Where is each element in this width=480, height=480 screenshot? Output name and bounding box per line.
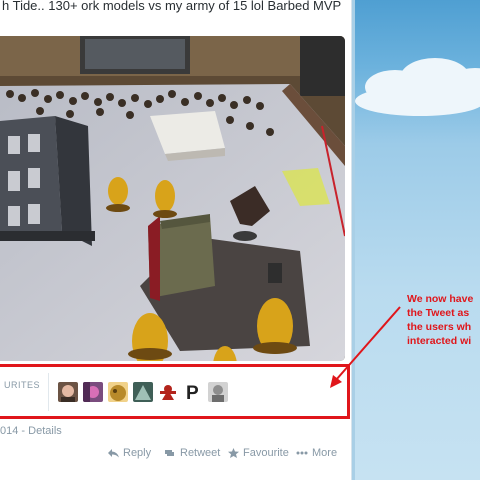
date-separator: - [18,425,29,437]
annotation-line-3: the users wh [407,321,472,333]
star-icon [228,448,239,458]
tabletop-photo-image [0,36,345,361]
favourites-label: URITES [4,380,41,390]
annotation-line-1: We now have [407,293,474,305]
favourite-label: Favourite [243,447,289,459]
retweet-icon [165,450,174,456]
favourite-avatar-2[interactable] [83,382,103,402]
tweet-photo[interactable] [0,36,345,361]
annotation-text: We now have the Tweet as the users wh in… [407,292,480,348]
favourite-action[interactable]: Favourite [228,447,289,459]
more-action[interactable]: More [296,447,337,459]
favourite-avatar-4[interactable] [133,382,153,402]
sky-background [355,0,480,480]
reply-icon [108,449,119,458]
favourite-avatar-3[interactable] [108,382,128,402]
svg-text:P: P [186,383,199,402]
favourite-avatar-7[interactable] [208,382,228,402]
more-label: More [312,447,338,459]
date-text: 014 [0,425,19,437]
retweet-label: Retweet [180,447,221,459]
annotation-line-4: interacted wi [407,335,472,347]
tweet-timestamp: 014 - Details [0,425,62,437]
tweet-text: h Tide.. 130+ ork models vs my army of 1… [2,0,342,13]
details-link[interactable]: Details [28,425,62,437]
more-icon [296,451,308,455]
tweet-card: h Tide.. 130+ ork models vs my army of 1… [0,0,352,480]
retweet-action[interactable]: Retweet [163,447,220,459]
reply-label: Reply [123,447,152,459]
favourite-avatar-5[interactable] [158,382,178,402]
reply-action[interactable]: Reply [108,447,151,459]
favourites-divider [48,373,49,411]
favourite-avatar-6[interactable]: P [183,382,203,402]
annotation-line-2: the Tweet as [407,307,470,319]
favourites-highlight-box: URITES P [0,364,350,419]
favourite-avatar-1[interactable] [58,382,78,402]
